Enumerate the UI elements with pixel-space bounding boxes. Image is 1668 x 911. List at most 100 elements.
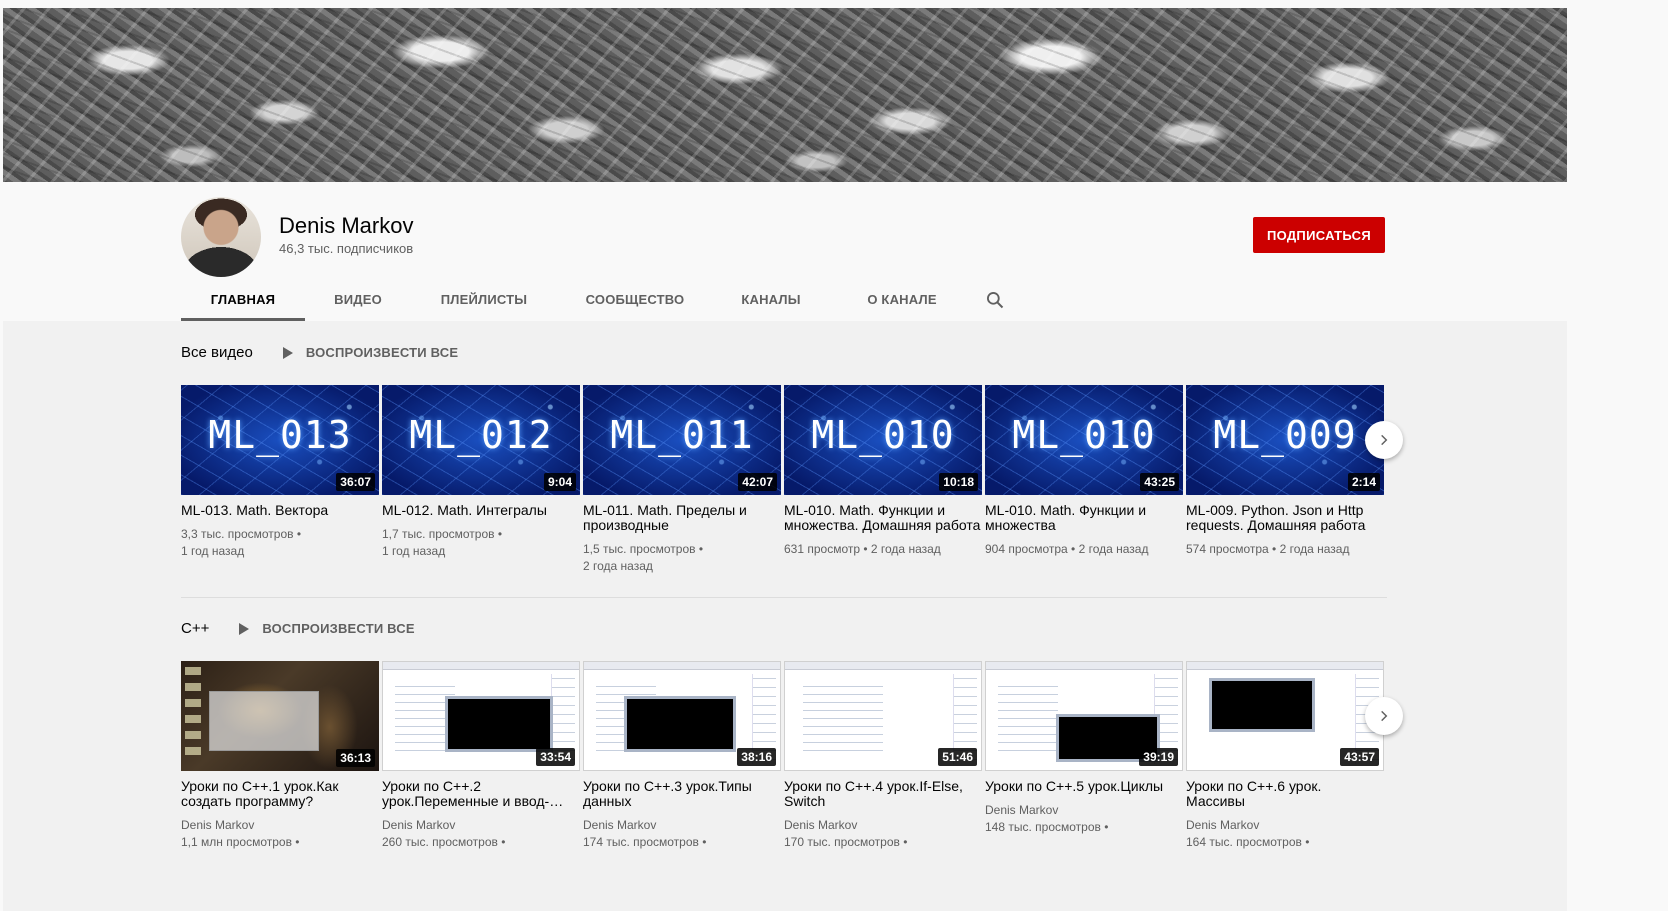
video-thumbnail[interactable]: 39:19 (985, 661, 1183, 771)
tab-videos[interactable]: ВИДЕО (305, 278, 411, 321)
play-all-button[interactable]: ВОСПРОИЗВЕСТИ ВСЕ (239, 621, 415, 636)
duration-badge: 43:25 (1140, 473, 1179, 491)
duration-badge: 43:57 (1340, 748, 1379, 766)
video-title[interactable]: ML-011. Math. Пределы и производные (583, 503, 781, 533)
channel-banner (3, 8, 1567, 182)
video-views: 1,7 тыс. просмотров • (382, 527, 503, 541)
video-thumbnail[interactable]: 38:16 (583, 661, 781, 771)
window-titlebar (986, 662, 1182, 670)
video-card[interactable]: ML_012 9:04 ML-012. Math. Интегралы 1,7 … (382, 385, 580, 560)
search-icon[interactable] (975, 278, 1015, 321)
video-author[interactable]: Denis Markov (583, 817, 781, 834)
subscribe-button[interactable]: ПОДПИСАТЬСЯ (1253, 217, 1385, 253)
video-views: 574 просмотра • 2 года назад (1186, 542, 1350, 556)
video-card[interactable]: 33:54 Уроки по C++.2 урок.Переменные и в… (382, 661, 580, 851)
channel-content: Все видео ВОСПРОИЗВЕСТИ ВСЕ ML_013 36:07… (3, 321, 1567, 911)
video-card[interactable]: 43:57 Уроки по C++.6 урок. Массивы Denis… (1186, 661, 1384, 851)
video-thumbnail[interactable]: 36:13 (181, 661, 379, 771)
video-card[interactable]: ML_011 42:07 ML-011. Math. Пределы и про… (583, 385, 781, 575)
video-thumbnail[interactable]: ML_013 36:07 (181, 385, 379, 495)
video-card[interactable]: ML_010 10:18 ML-010. Math. Функции и мно… (784, 385, 982, 558)
video-title[interactable]: ML-010. Math. Функции и множества. Домаш… (784, 503, 982, 533)
video-views: 164 тыс. просмотров • (1186, 835, 1310, 849)
video-views: 170 тыс. просмотров • (784, 835, 908, 849)
video-views: 3,3 тыс. просмотров • (181, 527, 302, 541)
video-card[interactable]: ML_013 36:07 ML-013. Math. Вектора 3,3 т… (181, 385, 379, 560)
duration-badge: 2:14 (1347, 473, 1380, 491)
video-card[interactable]: ML_010 43:25 ML-010. Math. Функции и мно… (985, 385, 1183, 558)
video-title[interactable]: ML-013. Math. Вектора (181, 503, 379, 518)
video-thumbnail[interactable]: ML_010 10:18 (784, 385, 982, 495)
play-icon (282, 346, 293, 359)
video-author[interactable]: Denis Markov (382, 817, 580, 834)
video-card[interactable]: 38:16 Уроки по C++.3 урок.Типы данных De… (583, 661, 781, 851)
video-card[interactable]: ML_009 2:14 ML-009. Python. Json и Http … (1186, 385, 1384, 558)
video-age: 1 год назад (382, 544, 446, 558)
video-thumbnail[interactable]: ML_012 9:04 (382, 385, 580, 495)
chevron-right-icon (1381, 434, 1388, 446)
avatar[interactable] (181, 197, 261, 277)
video-author[interactable]: Denis Markov (1186, 817, 1384, 834)
video-thumbnail[interactable]: ML_011 42:07 (583, 385, 781, 495)
video-card[interactable]: 36:13 Уроки по C++.1 урок.Как создать пр… (181, 661, 379, 851)
video-card[interactable]: 51:46 Уроки по C++.4 урок.If-Else, Switc… (784, 661, 982, 851)
section-title[interactable]: C++ (181, 620, 209, 637)
thumbnail-text: ML_009 (1213, 413, 1357, 457)
window-titlebar (1187, 662, 1383, 670)
channel-name: Denis Markov (279, 213, 414, 238)
section-header-all-videos: Все видео ВОСПРОИЗВЕСТИ ВСЕ (181, 344, 458, 361)
video-thumbnail[interactable]: 33:54 (382, 661, 580, 771)
video-title[interactable]: ML-009. Python. Json и Http requests. До… (1186, 503, 1384, 533)
duration-badge: 33:54 (536, 748, 575, 766)
video-views: 174 тыс. просмотров • (583, 835, 707, 849)
video-views: 1,5 тыс. просмотров • (583, 542, 704, 556)
video-title[interactable]: Уроки по C++.2 урок.Переменные и ввод-вы… (382, 779, 580, 809)
video-age: 1 год назад (181, 544, 245, 558)
video-thumbnail[interactable]: 43:57 (1186, 661, 1384, 771)
tab-channels[interactable]: КАНАЛЫ (713, 278, 829, 321)
thumbnail-text: ML_011 (610, 413, 754, 457)
code-preview (803, 682, 883, 752)
video-card[interactable]: 39:19 Уроки по C++.5 урок.Циклы Denis Ma… (985, 661, 1183, 836)
shelf-next-button[interactable] (1365, 421, 1403, 459)
video-author[interactable]: Denis Markov (784, 817, 982, 834)
video-author[interactable]: Denis Markov (181, 817, 379, 834)
thumbnail-text: ML_010 (1012, 413, 1156, 457)
window-preview (209, 691, 319, 751)
duration-badge: 36:07 (336, 473, 375, 491)
subscriber-count: 46,3 тыс. подписчиков (279, 241, 414, 256)
channel-header: Denis Markov 46,3 тыс. подписчиков ПОДПИ… (3, 182, 1567, 321)
video-title[interactable]: Уроки по C++.1 урок.Как создать программ… (181, 779, 379, 809)
video-title[interactable]: Уроки по C++.6 урок. Массивы (1186, 779, 1384, 809)
video-views: 148 тыс. просмотров • (985, 820, 1109, 834)
tab-home[interactable]: ГЛАВНАЯ (181, 278, 305, 321)
console-window (624, 696, 736, 752)
thumbnail-text: ML_013 (208, 413, 352, 457)
video-views: 631 просмотр • 2 года назад (784, 542, 941, 556)
video-title[interactable]: ML-012. Math. Интегралы (382, 503, 580, 518)
video-title[interactable]: Уроки по C++.4 урок.If-Else, Switch (784, 779, 982, 809)
video-title[interactable]: Уроки по C++.3 урок.Типы данных (583, 779, 781, 809)
tab-about[interactable]: О КАНАЛЕ (829, 278, 975, 321)
video-thumbnail[interactable]: ML_009 2:14 (1186, 385, 1384, 495)
channel-tabs: ГЛАВНАЯ ВИДЕО ПЛЕЙЛИСТЫ СООБЩЕСТВО КАНАЛ… (181, 278, 1015, 321)
window-titlebar (584, 662, 780, 670)
video-title[interactable]: ML-010. Math. Функции и множества (985, 503, 1183, 533)
play-all-button[interactable]: ВОСПРОИЗВЕСТИ ВСЕ (282, 345, 458, 360)
duration-badge: 39:19 (1139, 748, 1178, 766)
console-window (1209, 678, 1315, 732)
thumbnail-text: ML_012 (409, 413, 553, 457)
video-title[interactable]: Уроки по C++.5 урок.Циклы (985, 779, 1183, 794)
video-thumbnail[interactable]: ML_010 43:25 (985, 385, 1183, 495)
section-title[interactable]: Все видео (181, 344, 253, 361)
video-thumbnail[interactable]: 51:46 (784, 661, 982, 771)
window-titlebar (785, 662, 981, 670)
section-header-cpp: C++ ВОСПРОИЗВЕСТИ ВСЕ (181, 620, 415, 637)
video-author[interactable]: Denis Markov (985, 802, 1183, 819)
tab-playlists[interactable]: ПЛЕЙЛИСТЫ (411, 278, 557, 321)
tab-community[interactable]: СООБЩЕСТВО (557, 278, 713, 321)
code-preview (998, 682, 1058, 752)
shelf-next-button[interactable] (1365, 697, 1403, 735)
window-titlebar (383, 662, 579, 670)
play-icon (239, 622, 250, 635)
